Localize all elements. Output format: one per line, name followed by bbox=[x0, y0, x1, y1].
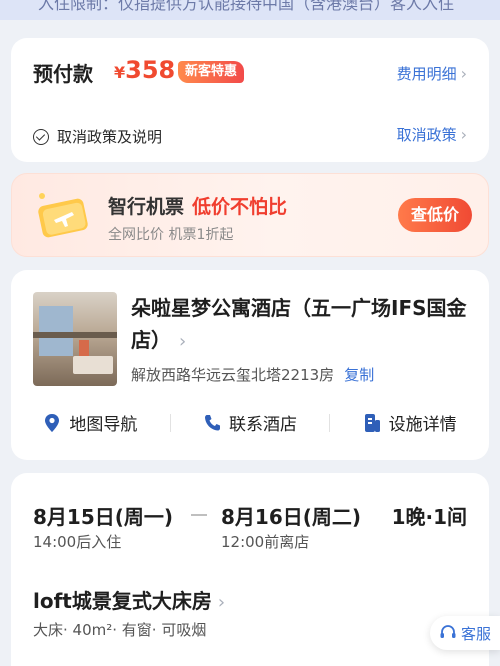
hotel-address-row: 解放西路华远云玺北塔2213房 复制 bbox=[131, 364, 374, 385]
checkout-time: 12:00前离店 bbox=[221, 533, 310, 551]
chevron-right-icon: › bbox=[460, 125, 467, 144]
fee-detail-label: 费用明细 bbox=[396, 65, 457, 83]
hotel-card: 朵啦星梦公寓酒店（五一广场IFS国金店） › 解放西路华远云玺北塔2213房 复制 … bbox=[11, 270, 489, 460]
plane-ticket-icon bbox=[38, 193, 88, 238]
prepay-amount: ¥358 bbox=[114, 56, 175, 84]
banner-title: 智行机票 低价不怕比 bbox=[108, 192, 287, 219]
facility-details-label: 设施详情 bbox=[388, 415, 457, 435]
fee-detail-link[interactable]: 费用明细 › bbox=[397, 63, 467, 84]
banner-title-text: 智行机票 bbox=[108, 196, 185, 218]
chevron-right-icon: › bbox=[460, 64, 467, 83]
notice-bar: 入住限制：仅指提供方认能接待中国（含港澳台）客人入住 bbox=[0, 0, 500, 20]
map-navigation-label: 地图导航 bbox=[69, 415, 138, 435]
phone-icon bbox=[205, 414, 220, 430]
contact-hotel-label: 联系酒店 bbox=[229, 415, 297, 435]
room-name: loft城景复式大床房 bbox=[33, 589, 212, 613]
customer-service-label: 客服 bbox=[460, 624, 491, 643]
banner-subtitle: 全网比价 机票1折起 bbox=[108, 227, 234, 243]
banner-highlight: 低价不怕比 bbox=[192, 196, 288, 218]
map-pin-icon bbox=[45, 413, 60, 432]
checkout-date: 8月16日(周二) bbox=[221, 505, 362, 529]
checkin-time: 14:00后入住 bbox=[33, 533, 122, 551]
headset-icon bbox=[440, 625, 456, 638]
hotel-address: 解放西路华远云玺北塔2213房 bbox=[131, 366, 335, 384]
amount-value: 358 bbox=[125, 56, 176, 84]
room-name-link[interactable]: loft城景复式大床房 › bbox=[33, 585, 225, 614]
flight-promo-banner[interactable]: 智行机票 低价不怕比 全网比价 机票1折起 查低价 bbox=[11, 173, 489, 257]
check-low-price-button[interactable]: 查低价 bbox=[398, 198, 472, 232]
hotel-name-link[interactable]: 朵啦星梦公寓酒店（五一广场IFS国金店） › bbox=[131, 292, 471, 358]
nights-rooms: 1晚·1间 bbox=[391, 505, 467, 529]
check-circle-icon bbox=[33, 128, 49, 145]
cancel-policy-link-label: 取消政策 bbox=[396, 126, 457, 144]
chevron-right-icon: › bbox=[179, 331, 187, 352]
map-navigation-button[interactable]: 地图导航 bbox=[11, 410, 170, 435]
payment-card: 预付款 ¥358 新客特惠 费用明细 › 取消政策及说明 取消政策 › bbox=[11, 38, 489, 162]
notice-text: 入住限制：仅指提供方认能接待中国（含港澳台）客人入住 bbox=[38, 0, 455, 13]
room-features: 大床· 40m²· 有窗· 可吸烟 bbox=[33, 621, 207, 639]
date-separator bbox=[191, 514, 207, 516]
cancel-policy-link[interactable]: 取消政策 › bbox=[397, 124, 467, 145]
currency-symbol: ¥ bbox=[114, 63, 126, 82]
hotel-actions: 地图导航 联系酒店 设施详情 bbox=[11, 410, 489, 435]
chevron-right-icon: › bbox=[217, 592, 226, 613]
building-icon bbox=[364, 413, 380, 432]
new-customer-badge: 新客特惠 bbox=[178, 61, 245, 83]
contact-hotel-button[interactable]: 联系酒店 bbox=[171, 410, 330, 435]
hotel-photo[interactable] bbox=[33, 292, 117, 386]
checkin-date: 8月15日(周一) bbox=[33, 505, 174, 529]
cancel-policy-row: 取消政策及说明 bbox=[33, 126, 162, 147]
cancel-policy-label: 取消政策及说明 bbox=[57, 128, 163, 146]
prepay-label: 预付款 bbox=[33, 62, 93, 86]
stay-card: 8月15日(周一) 8月16日(周二) 1晚·1间 14:00后入住 12:00… bbox=[11, 473, 489, 666]
facility-details-button[interactable]: 设施详情 bbox=[330, 410, 489, 435]
copy-address-button[interactable]: 复制 bbox=[344, 366, 374, 384]
customer-service-button[interactable]: 客服 bbox=[430, 616, 500, 650]
